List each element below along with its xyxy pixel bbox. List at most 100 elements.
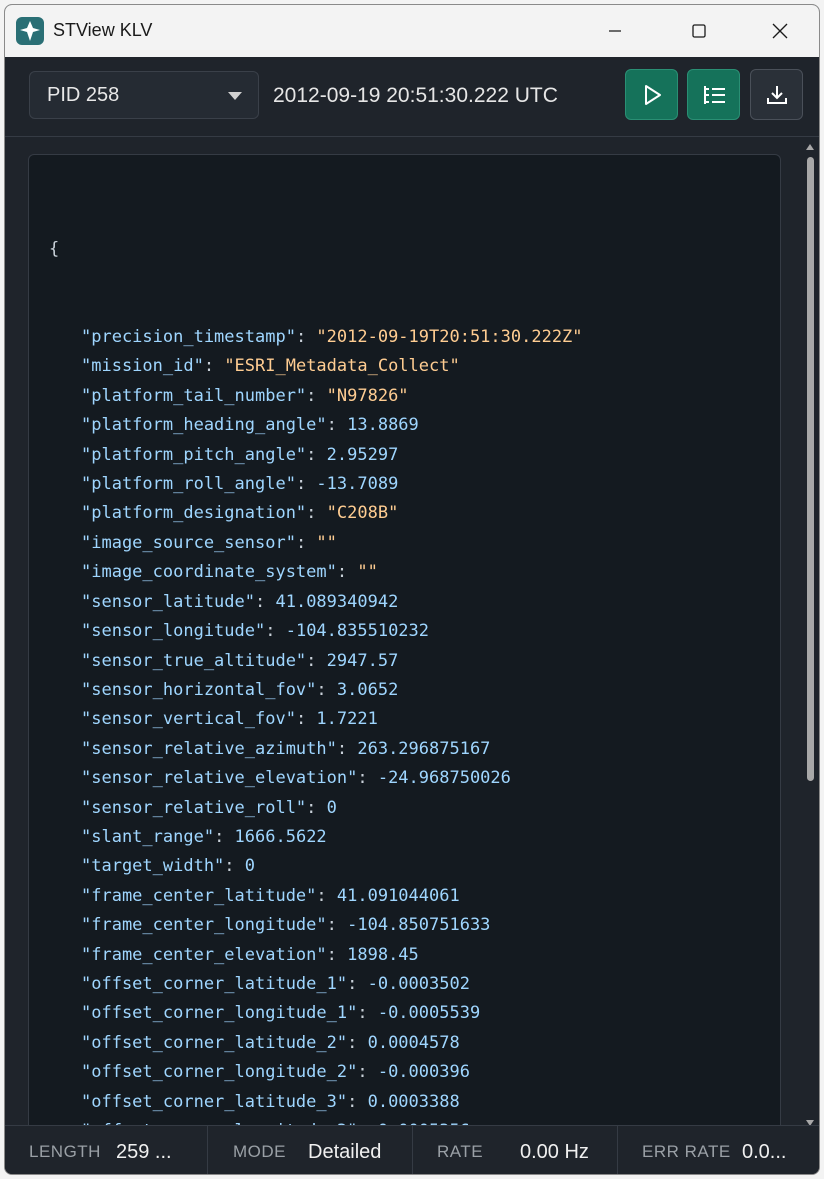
status-mode: MODE Detailed bbox=[208, 1126, 413, 1174]
json-line: "offset_corner_latitude_2": 0.0004578 bbox=[49, 1029, 583, 1058]
json-value: 0.0003388 bbox=[367, 1091, 460, 1112]
scroll-thumb[interactable] bbox=[807, 157, 814, 781]
status-rate-value: 0.00 Hz bbox=[520, 1141, 589, 1163]
status-rate-label: RATE bbox=[437, 1142, 484, 1161]
json-key: "sensor_horizontal_fov" bbox=[81, 679, 317, 700]
json-value: 41.091044061 bbox=[336, 885, 460, 906]
json-value: 1.7221 bbox=[316, 709, 378, 730]
json-colon: : bbox=[326, 944, 348, 965]
json-line: "image_coordinate_system": "" bbox=[49, 558, 583, 587]
json-value: 2.95297 bbox=[326, 444, 399, 465]
json-line: "offset_corner_longitude_1": -0.0005539 bbox=[49, 999, 583, 1028]
detail-view-button[interactable] bbox=[687, 69, 740, 120]
json-colon: : bbox=[306, 650, 327, 671]
json-key: "slant_range" bbox=[81, 826, 215, 847]
json-line: "mission_id": "ESRI_Metadata_Collect" bbox=[49, 352, 583, 381]
status-err-label: ERR RATE bbox=[642, 1142, 731, 1161]
json-colon: : bbox=[306, 503, 327, 524]
maximize-icon bbox=[692, 24, 706, 38]
json-key: "frame_center_longitude" bbox=[81, 915, 327, 936]
play-button[interactable] bbox=[625, 69, 678, 120]
close-icon bbox=[772, 23, 788, 39]
json-value: 2947.57 bbox=[326, 650, 399, 671]
json-value: "ESRI_Metadata_Collect" bbox=[224, 356, 460, 377]
json-key: "sensor_vertical_fov" bbox=[81, 709, 296, 730]
close-button[interactable] bbox=[752, 5, 808, 57]
json-colon: : bbox=[295, 474, 317, 495]
json-colon: : bbox=[316, 679, 337, 700]
json-colon: : bbox=[326, 415, 348, 436]
json-colon: : bbox=[357, 768, 378, 789]
json-line: "platform_designation": "C208B" bbox=[49, 499, 583, 528]
list-tree-icon bbox=[703, 85, 725, 104]
json-value: 1666.5622 bbox=[234, 826, 327, 847]
json-value: -0.0005539 bbox=[377, 1003, 481, 1024]
json-open-brace: { bbox=[49, 238, 60, 259]
json-line: "platform_pitch_angle": 2.95297 bbox=[49, 441, 583, 470]
json-key: "precision_timestamp" bbox=[81, 327, 296, 348]
json-key: "platform_designation" bbox=[81, 503, 307, 524]
json-colon: : bbox=[357, 1062, 378, 1083]
json-line: "platform_tail_number": "N97826" bbox=[49, 382, 583, 411]
json-line: "target_width": 0 bbox=[49, 852, 583, 881]
json-colon: : bbox=[265, 621, 286, 642]
content-area: { "precision_timestamp": "2012-09-19T20:… bbox=[5, 137, 819, 1170]
pid-dropdown[interactable]: PID 258 bbox=[29, 71, 259, 119]
json-line: "sensor_relative_azimuth": 263.296875167 bbox=[49, 735, 583, 764]
json-line: "sensor_vertical_fov": 1.7221 bbox=[49, 705, 583, 734]
json-value: -13.7089 bbox=[316, 474, 399, 495]
status-length-label: LENGTH bbox=[29, 1142, 101, 1161]
json-value: 0.0004578 bbox=[367, 1032, 460, 1053]
status-err-value: 0.0... bbox=[742, 1141, 787, 1163]
status-err-rate: ERR RATE 0.0... bbox=[618, 1126, 819, 1174]
json-colon: : bbox=[295, 327, 317, 348]
minimize-button[interactable] bbox=[587, 5, 643, 57]
json-key: "image_coordinate_system" bbox=[81, 562, 337, 583]
chevron-down-icon bbox=[228, 92, 242, 100]
json-colon: : bbox=[306, 444, 327, 465]
status-mode-label: MODE bbox=[233, 1142, 286, 1161]
json-line: "sensor_relative_elevation": -24.9687500… bbox=[49, 764, 583, 793]
json-value: 263.296875167 bbox=[357, 738, 491, 759]
json-key: "platform_heading_angle" bbox=[81, 415, 327, 436]
json-line: "offset_corner_latitude_1": -0.0003502 bbox=[49, 970, 583, 999]
timestamp-display: 2012-09-19 20:51:30.222 UTC bbox=[273, 84, 558, 107]
minimize-icon bbox=[609, 30, 621, 32]
json-key: "frame_center_elevation" bbox=[81, 944, 327, 965]
json-value: "2012-09-19T20:51:30.222Z" bbox=[316, 327, 583, 348]
toolbar: PID 258 2012-09-19 20:51:30.222 UTC bbox=[5, 57, 819, 137]
json-key: "offset_corner_latitude_3" bbox=[81, 1091, 348, 1112]
json-value: "" bbox=[316, 532, 337, 553]
json-key: "sensor_relative_elevation" bbox=[81, 768, 358, 789]
json-colon: : bbox=[326, 915, 348, 936]
vertical-scrollbar[interactable] bbox=[803, 137, 817, 1126]
download-button[interactable] bbox=[750, 69, 803, 120]
app-icon bbox=[16, 17, 44, 45]
status-bar: LENGTH 259 ... MODE Detailed RATE 0.00 H… bbox=[5, 1125, 819, 1174]
window-title: STView KLV bbox=[53, 20, 153, 40]
json-colon: : bbox=[357, 1003, 378, 1024]
json-line: "sensor_latitude": 41.089340942 bbox=[49, 588, 583, 617]
json-line: "sensor_horizontal_fov": 3.0652 bbox=[49, 676, 583, 705]
maximize-button[interactable] bbox=[671, 5, 727, 57]
json-value: "N97826" bbox=[326, 385, 409, 406]
json-key: "target_width" bbox=[81, 856, 225, 877]
json-line: "image_source_sensor": "" bbox=[49, 529, 583, 558]
json-value: "C208B" bbox=[326, 503, 399, 524]
status-length-value: 259 ... bbox=[116, 1141, 172, 1163]
json-key: "offset_corner_longitude_1" bbox=[81, 1003, 358, 1024]
json-key: "platform_roll_angle" bbox=[81, 474, 296, 495]
json-colon: : bbox=[347, 1032, 368, 1053]
json-colon: : bbox=[295, 532, 317, 553]
json-line: "frame_center_elevation": 1898.45 bbox=[49, 941, 583, 970]
json-key: "platform_pitch_angle" bbox=[81, 444, 307, 465]
json-line: "precision_timestamp": "2012-09-19T20:51… bbox=[49, 323, 583, 352]
status-rate: RATE 0.00 Hz bbox=[413, 1126, 618, 1174]
scroll-up-icon[interactable] bbox=[803, 141, 817, 153]
json-key: "mission_id" bbox=[81, 356, 204, 377]
json-viewer[interactable]: { "precision_timestamp": "2012-09-19T20:… bbox=[28, 154, 781, 1170]
json-value: 3.0652 bbox=[336, 679, 399, 700]
json-colon: : bbox=[316, 885, 337, 906]
json-code: { "precision_timestamp": "2012-09-19T20:… bbox=[49, 176, 583, 1174]
json-value: 1898.45 bbox=[347, 944, 419, 965]
